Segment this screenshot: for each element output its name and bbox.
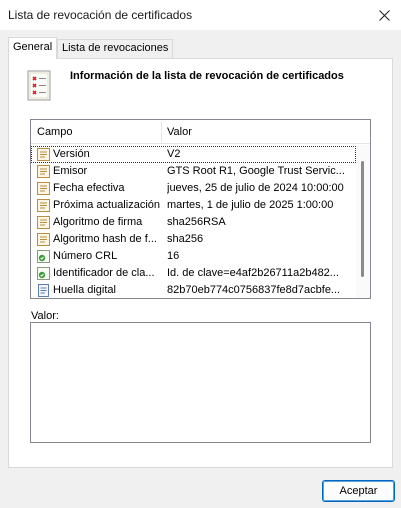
document-icon	[36, 283, 51, 298]
list-row[interactable]: Número CRL 16	[31, 248, 356, 265]
tab-general[interactable]: General	[8, 37, 58, 59]
row-field: Versión	[53, 148, 90, 160]
row-field: Algoritmo hash de f...	[53, 233, 157, 245]
list-row[interactable]: Próxima actualización martes, 1 de julio …	[31, 197, 356, 214]
vertical-scrollbar[interactable]	[356, 145, 370, 298]
row-value: martes, 1 de julio de 2025 1:00:00	[167, 199, 334, 211]
field-icon	[36, 232, 51, 247]
column-divider[interactable]	[161, 122, 162, 142]
row-field: Algoritmo de firma	[53, 216, 143, 228]
close-icon	[378, 9, 390, 21]
value-textbox[interactable]	[30, 322, 371, 443]
row-field: Identificador de cla...	[53, 267, 155, 279]
row-value: V2	[167, 148, 181, 160]
row-value: sha256RSA	[167, 216, 226, 228]
list-row[interactable]: Emisor GTS Root R1, Google Trust Servic..…	[31, 163, 356, 180]
list-row[interactable]: Huella digital 82b70eb774c0756837fe8d7acb…	[31, 282, 356, 298]
list-row[interactable]: Fecha efectiva jueves, 25 de julio de 202…	[31, 180, 356, 197]
column-header-campo[interactable]: Campo	[37, 120, 161, 144]
field-icon	[36, 215, 51, 230]
row-value: jueves, 25 de julio de 2024 10:00:00	[167, 182, 344, 194]
row-value: 82b70eb774c0756837fe8d7acbfe...	[167, 284, 341, 296]
extension-icon	[36, 249, 51, 264]
window-title: Lista de revocación de certificados	[8, 8, 193, 22]
title-bar: Lista de revocación de certificados	[0, 0, 401, 30]
row-value: Id. de clave=e4af2b26711a2b482...	[167, 267, 339, 279]
certificate-list-icon	[27, 70, 51, 101]
row-field: Emisor	[53, 165, 88, 177]
close-button[interactable]	[371, 2, 397, 28]
list-header: Campo Valor	[31, 120, 370, 144]
field-icon	[36, 198, 51, 213]
row-value: sha256	[167, 233, 204, 245]
fields-list[interactable]: Campo Valor Versión V2 Emisor GTS Root R1, …	[30, 119, 371, 299]
list-row[interactable]: Identificador de cla... Id. de clave=e4af…	[31, 265, 356, 282]
scrollbar-thumb[interactable]	[361, 161, 364, 277]
field-icon	[36, 147, 51, 162]
row-value: 16	[167, 250, 180, 262]
list-row[interactable]: Algoritmo de firma sha256RSA	[31, 214, 356, 231]
row-field: Próxima actualización	[53, 199, 160, 211]
row-field: Huella digital	[53, 284, 116, 296]
row-field: Número CRL	[53, 250, 118, 262]
value-label: Valor:	[31, 310, 59, 322]
list-row[interactable]: Algoritmo hash de f... sha256	[31, 231, 356, 248]
row-value: GTS Root R1, Google Trust Servic...	[167, 165, 345, 177]
tab-lista-de-revocaciones[interactable]: Lista de revocaciones	[57, 39, 174, 58]
field-icon	[36, 164, 51, 179]
column-header-valor[interactable]: Valor	[167, 120, 357, 144]
list-row[interactable]: Versión V2	[31, 146, 356, 163]
field-icon	[36, 181, 51, 196]
header-title: Información de la lista de revocación de…	[70, 70, 344, 82]
accept-button[interactable]: Aceptar	[322, 480, 395, 502]
row-field: Fecha efectiva	[53, 182, 125, 194]
extension-icon	[36, 266, 51, 281]
list-rows: Versión V2 Emisor GTS Root R1, Google Trust…	[31, 146, 356, 298]
